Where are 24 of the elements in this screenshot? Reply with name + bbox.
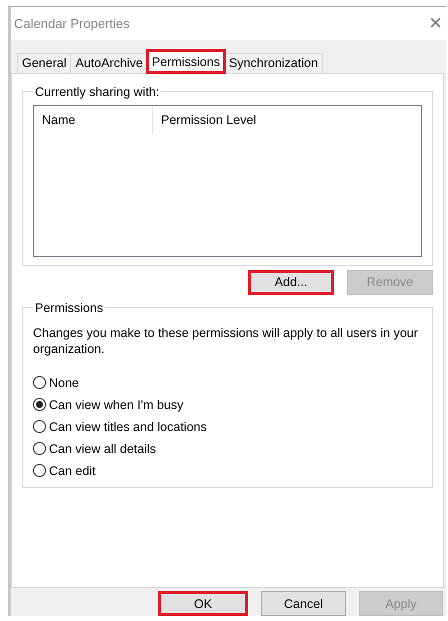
permission-option[interactable]: Can edit <box>33 462 422 479</box>
column-header[interactable]: Name <box>34 106 153 134</box>
radio-icon[interactable] <box>33 464 46 478</box>
dialog-button[interactable]: OK <box>158 591 248 616</box>
tab[interactable]: Synchronization <box>224 52 323 73</box>
permission-option[interactable]: Can view when I'm busy <box>33 396 422 413</box>
permission-option[interactable]: Can view all details <box>33 440 422 457</box>
permission-option[interactable]: None <box>33 374 422 391</box>
column-header[interactable]: Permission Level <box>153 106 421 134</box>
sharing-list[interactable]: Name Permission Level <box>33 104 422 257</box>
add-button[interactable]: Add... <box>248 270 334 295</box>
radio-icon[interactable] <box>33 420 46 434</box>
permission-option[interactable]: Can view titles and locations <box>33 418 422 435</box>
permissions-note: Changes you make to these permissions will apply to all users in your organization. <box>33 324 419 357</box>
close-button[interactable]: × <box>429 12 442 34</box>
tab[interactable]: General <box>17 52 72 73</box>
tab[interactable]: Permissions <box>146 50 225 73</box>
window-title: Calendar Properties <box>14 16 130 31</box>
group-title: Currently sharing with: <box>34 84 160 99</box>
radio-icon[interactable] <box>33 442 46 456</box>
dialog-button[interactable]: Cancel <box>261 591 346 616</box>
radio-icon[interactable] <box>33 376 46 390</box>
radio-icon[interactable] <box>33 398 46 412</box>
group-title: Permissions <box>34 300 104 315</box>
